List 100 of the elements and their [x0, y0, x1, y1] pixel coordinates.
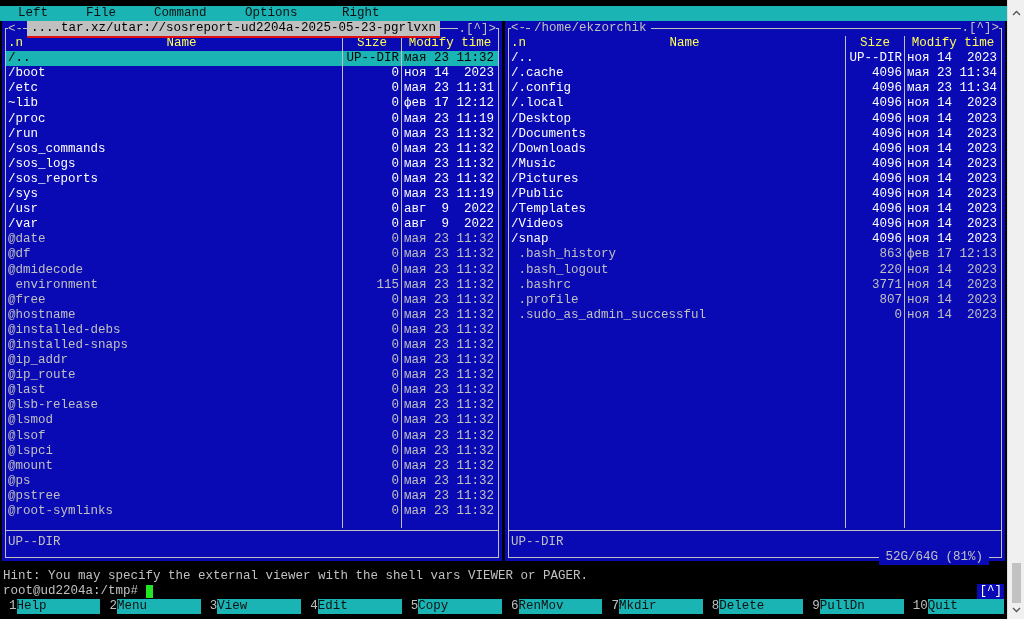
history-button[interactable]: [^]: [977, 584, 1004, 600]
file-name[interactable]: .profile: [509, 292, 845, 308]
file-name[interactable]: /run: [6, 126, 342, 142]
file-size: 4096: [871, 66, 903, 82]
column-header[interactable]: Modify time: [402, 36, 498, 52]
file-name[interactable]: /etc: [6, 81, 342, 97]
column-header[interactable]: Size: [846, 36, 904, 52]
file-name[interactable]: @installed-debs: [6, 322, 342, 338]
function-key-button[interactable]: Copy: [418, 599, 503, 615]
file-name[interactable]: @lsmod: [6, 413, 342, 429]
file-name[interactable]: @last: [6, 383, 342, 399]
column-header[interactable]: Name: [669, 36, 700, 52]
file-name[interactable]: .bash_logout: [509, 262, 845, 278]
file-name[interactable]: @ip_route: [6, 368, 342, 384]
column-header[interactable]: .n: [8, 36, 23, 52]
file-name[interactable]: @installed-snaps: [6, 337, 342, 354]
function-key-button[interactable]: Edit: [317, 599, 402, 615]
file-name[interactable]: .bash_history: [509, 247, 845, 263]
file-name[interactable]: /.local: [509, 96, 845, 112]
file-time: мая 23 11:19: [403, 111, 495, 127]
function-key-button[interactable]: Mkdir: [618, 599, 703, 615]
file-time: ноя 14 2023: [906, 111, 998, 127]
file-name[interactable]: /Music: [509, 156, 845, 172]
file-time: мая 23 11:32: [403, 383, 495, 399]
file-size: 0: [390, 443, 400, 459]
column-header[interactable]: Modify time: [905, 36, 1001, 52]
menu-item[interactable]: File: [86, 6, 154, 22]
file-name[interactable]: /Videos: [509, 217, 845, 233]
file-name[interactable]: /.config: [509, 81, 845, 97]
menu-item[interactable]: Right: [342, 6, 410, 22]
file-name[interactable]: /..: [6, 51, 342, 67]
file-name[interactable]: @hostname: [6, 307, 342, 323]
file-size: 0: [390, 96, 400, 112]
file-name[interactable]: @lsb-release: [6, 398, 342, 414]
file-name[interactable]: /Desktop: [509, 111, 845, 127]
function-key-button[interactable]: PullDn: [819, 599, 904, 615]
file-size: 0: [390, 171, 400, 188]
file-size: 0: [390, 111, 400, 127]
menu-item[interactable]: Left: [18, 6, 86, 22]
file-name[interactable]: /snap: [509, 232, 845, 248]
file-name[interactable]: @ip_addr: [6, 353, 342, 369]
file-name[interactable]: @root-symlinks: [6, 504, 342, 520]
file-name[interactable]: @lspci: [6, 443, 342, 459]
file-name[interactable]: @pstree: [6, 488, 342, 504]
function-key-button[interactable]: Delete: [719, 599, 804, 615]
file-name[interactable]: /.cache: [509, 66, 845, 82]
file-size: 0: [390, 247, 400, 263]
function-key-button[interactable]: View: [217, 599, 302, 615]
column-header[interactable]: .n: [511, 36, 526, 52]
file-name[interactable]: /Documents: [509, 126, 845, 142]
file-name[interactable]: /..: [509, 51, 845, 67]
file-size: 0: [390, 262, 400, 278]
file-size: 0: [390, 322, 400, 338]
file-time: ноя 14 2023: [906, 277, 998, 293]
file-name[interactable]: /sos_logs: [6, 156, 342, 172]
file-name[interactable]: @mount: [6, 458, 342, 474]
scroll-down-icon[interactable]: [1011, 607, 1021, 613]
file-name[interactable]: /boot: [6, 66, 342, 82]
file-name[interactable]: environment: [6, 277, 342, 293]
file-name[interactable]: @lsof: [6, 428, 342, 444]
file-size: 3771: [871, 277, 903, 293]
scroll-up-icon[interactable]: [1011, 10, 1021, 16]
file-name[interactable]: @ps: [6, 473, 342, 489]
menu-item[interactable]: Command: [154, 6, 245, 22]
scrollbar-thumb[interactable]: [1011, 563, 1021, 603]
file-name[interactable]: /usr: [6, 202, 342, 218]
column-header[interactable]: Name: [166, 36, 197, 52]
panel-corner[interactable]: .[^]>: [458, 22, 496, 38]
file-time: мая 23 11:32: [403, 473, 495, 489]
function-key-button[interactable]: RenMov: [518, 599, 603, 615]
file-time: мая 23 11:32: [403, 247, 495, 263]
file-size: 0: [390, 217, 400, 233]
file-name[interactable]: .bashrc: [509, 277, 845, 293]
file-size: 0: [390, 413, 400, 429]
file-name[interactable]: /var: [6, 217, 342, 233]
file-time: мая 23 11:32: [403, 458, 495, 474]
file-name[interactable]: /sys: [6, 187, 342, 203]
menu-item[interactable]: Options: [245, 6, 342, 22]
panel-corner[interactable]: .[^]>: [961, 21, 999, 37]
file-name[interactable]: /Public: [509, 187, 845, 203]
file-name[interactable]: /sos_reports: [6, 171, 342, 188]
function-key-button[interactable]: Quit: [927, 599, 1005, 615]
scrollbar[interactable]: [1007, 0, 1024, 619]
file-name[interactable]: /sos_commands: [6, 141, 342, 157]
function-key-button[interactable]: Menu: [116, 599, 201, 615]
file-size: 4096: [871, 156, 903, 172]
function-key-button[interactable]: Help: [16, 599, 101, 615]
file-name[interactable]: /Pictures: [509, 171, 845, 188]
file-time: ноя 14 2023: [906, 96, 998, 112]
file-name[interactable]: /Downloads: [509, 141, 845, 157]
file-name[interactable]: @df: [6, 247, 342, 263]
file-name[interactable]: @free: [6, 292, 342, 308]
file-name[interactable]: .sudo_as_admin_successful: [509, 307, 845, 323]
file-time: мая 23 11:31: [403, 81, 495, 97]
file-name[interactable]: @dmidecode: [6, 262, 342, 278]
file-name[interactable]: /Templates: [509, 202, 845, 218]
file-name[interactable]: ~lib: [6, 96, 342, 112]
file-name[interactable]: @date: [6, 232, 342, 248]
file-time: мая 23 11:32: [403, 232, 495, 248]
file-name[interactable]: /proc: [6, 111, 342, 127]
